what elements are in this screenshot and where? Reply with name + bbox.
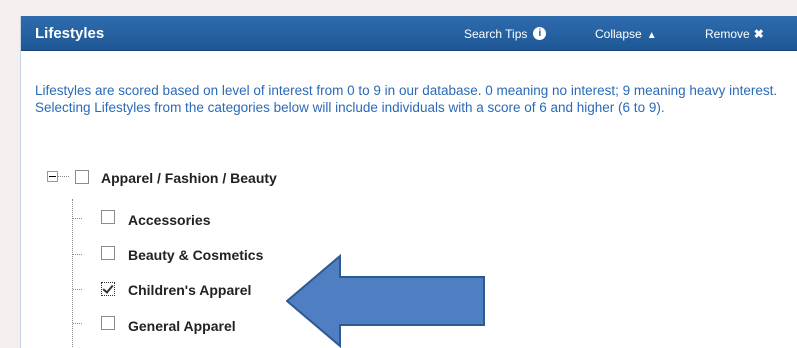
left-arrow-icon — [286, 254, 485, 348]
checkbox-general-apparel[interactable] — [101, 316, 115, 330]
remove-link[interactable]: Remove ✖ — [705, 27, 764, 41]
collapse-label: Collapse — [595, 27, 642, 41]
tree-connector — [73, 254, 82, 255]
tree-vertical-connector — [72, 199, 73, 348]
tree-item-apparel-fashion-beauty[interactable]: Apparel / Fashion / Beauty — [101, 170, 277, 186]
checkbox-childrens-apparel[interactable] — [101, 282, 115, 296]
checkbox-apparel-fashion-beauty[interactable] — [75, 170, 89, 184]
tree-item-childrens-apparel[interactable]: Children's Apparel — [128, 282, 251, 298]
tree-item-general-apparel[interactable]: General Apparel — [128, 318, 236, 334]
search-tips-label: Search Tips — [464, 27, 528, 41]
panel-header: Lifestyles Search Tips i Collapse ▲︎ Remov… — [21, 16, 797, 51]
tree-connector — [73, 323, 82, 324]
remove-label: Remove — [705, 27, 750, 41]
lifestyles-description: Lifestyles are scored based on level of … — [35, 83, 778, 115]
tree-connector — [73, 289, 82, 290]
close-icon: ✖ — [753, 27, 764, 41]
info-icon: i — [533, 27, 547, 40]
checkbox-beauty-cosmetics[interactable] — [101, 246, 115, 260]
tree-connector — [58, 176, 69, 177]
tree-connector — [73, 218, 82, 219]
tree-item-beauty-cosmetics[interactable]: Beauty & Cosmetics — [128, 247, 263, 263]
tree-item-accessories[interactable]: Accessories — [128, 212, 211, 228]
collapse-link[interactable]: Collapse ▲︎ — [595, 27, 657, 41]
search-tips-link[interactable]: Search Tips i — [464, 27, 547, 41]
panel-title: Lifestyles — [35, 25, 105, 42]
sort-arrows-icon: ▲︎ — [646, 30, 657, 41]
checkbox-accessories[interactable] — [101, 210, 115, 224]
minus-box-icon[interactable] — [47, 171, 58, 182]
